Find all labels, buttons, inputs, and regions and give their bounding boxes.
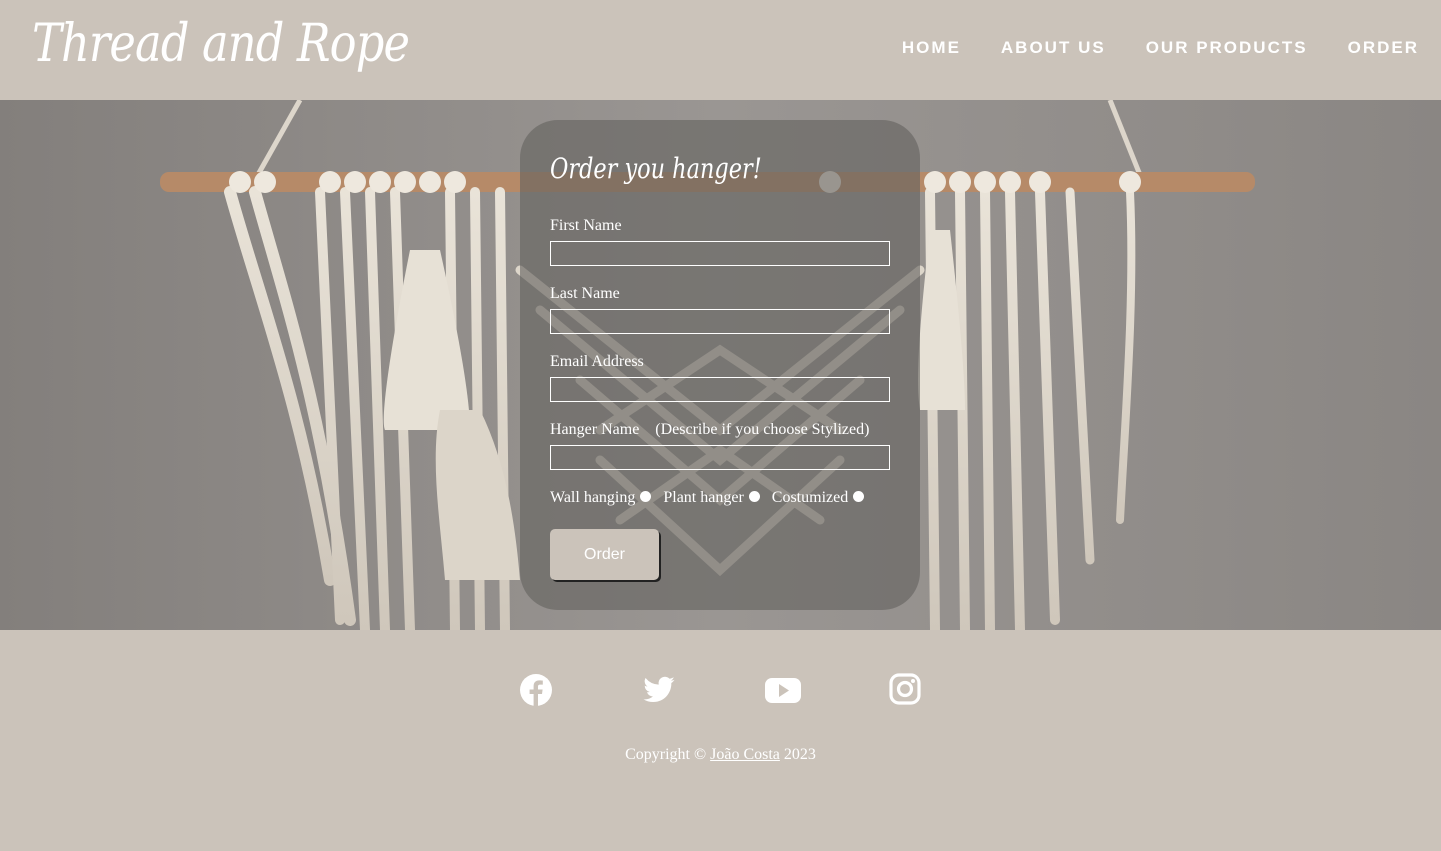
radio-label-plant-hanger: Plant hanger <box>663 489 744 506</box>
radio-costumized[interactable]: Costumized <box>771 489 865 507</box>
hanger-name-label: Hanger Name (Describe if you choose Styl… <box>550 421 870 438</box>
hanger-name-input[interactable] <box>550 445 890 470</box>
hanger-type-radios: Wall hanging Plant hanger Costumized <box>550 489 876 507</box>
hero-section: Order you hanger! First Name Last Name E… <box>0 100 1441 630</box>
site-header: Thread and Rope HOME ABOUT US OUR PRODUC… <box>0 0 1441 100</box>
facebook-icon[interactable] <box>519 673 553 707</box>
first-name-input[interactable] <box>550 241 890 266</box>
radio-label-costumized: Costumized <box>771 489 849 506</box>
order-form-card: Order you hanger! First Name Last Name E… <box>520 120 920 610</box>
nav-about-us[interactable]: ABOUT US <box>1001 38 1106 58</box>
twitter-icon[interactable] <box>642 673 676 707</box>
nav-order[interactable]: ORDER <box>1348 38 1419 58</box>
copyright-year: 2023 <box>783 746 816 763</box>
copyright-text: Copyright © João Costa 2023 <box>0 746 1441 764</box>
site-footer: Copyright © João Costa 2023 <box>0 630 1441 851</box>
email-address-label: Email Address <box>550 353 644 370</box>
radio-button-costumized[interactable] <box>853 490 865 502</box>
radio-label-wall-hanging: Wall hanging <box>550 489 636 506</box>
nav-home[interactable]: HOME <box>902 38 961 58</box>
radio-button-plant-hanger[interactable] <box>748 490 760 502</box>
email-address-input[interactable] <box>550 377 890 402</box>
author-link[interactable]: João Costa <box>710 746 780 763</box>
radio-plant-hanger[interactable]: Plant hanger <box>663 489 760 507</box>
nav-our-products[interactable]: OUR PRODUCTS <box>1146 38 1308 58</box>
order-form-title: Order you hanger! <box>550 152 762 185</box>
youtube-icon[interactable] <box>765 673 801 707</box>
last-name-label: Last Name <box>550 285 620 302</box>
radio-wall-hanging[interactable]: Wall hanging <box>550 489 652 507</box>
order-submit-button[interactable]: Order <box>550 529 659 580</box>
copyright-prefix: Copyright © <box>625 746 707 763</box>
radio-button-wall-hanging[interactable] <box>640 490 652 502</box>
site-logo[interactable]: Thread and Rope <box>32 14 410 74</box>
instagram-icon[interactable] <box>889 673 923 707</box>
first-name-label: First Name <box>550 217 622 234</box>
last-name-input[interactable] <box>550 309 890 334</box>
main-nav: HOME ABOUT US OUR PRODUCTS ORDER <box>862 38 1419 58</box>
